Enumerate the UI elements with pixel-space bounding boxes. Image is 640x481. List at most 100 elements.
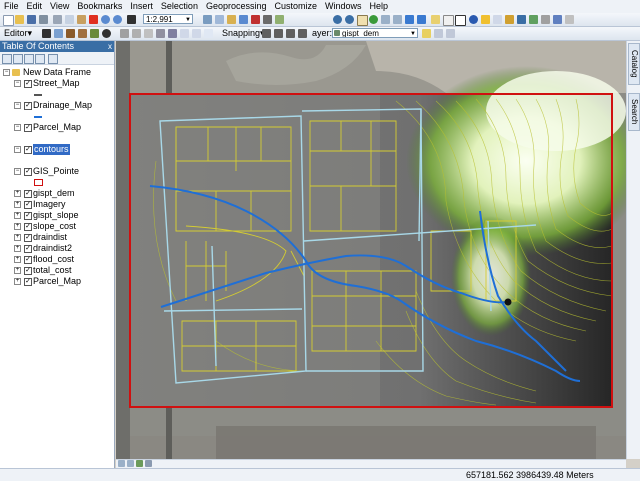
list-by-source-icon[interactable]: [13, 54, 23, 64]
layer-visibility-checkbox[interactable]: ✓: [24, 234, 32, 242]
full-extent-icon[interactable]: [369, 15, 378, 24]
layer-visibility-checkbox[interactable]: ✓: [24, 124, 32, 132]
rotate-icon[interactable]: [168, 29, 177, 38]
redo-icon[interactable]: [113, 15, 122, 24]
zoom-in-icon[interactable]: [333, 15, 342, 24]
expand-icon[interactable]: +: [14, 278, 21, 285]
point-icon[interactable]: [102, 29, 111, 38]
select-features-icon[interactable]: [431, 15, 440, 24]
collapse-icon[interactable]: −: [14, 168, 21, 175]
layer-visibility-checkbox[interactable]: ✓: [24, 278, 32, 286]
straight-segment-icon[interactable]: [66, 29, 75, 38]
end-point-arc-icon[interactable]: [78, 29, 87, 38]
arctoolbox-icon[interactable]: [251, 15, 260, 24]
expand-icon[interactable]: +: [14, 190, 21, 197]
point-snapping-icon[interactable]: [262, 29, 271, 38]
list-by-visibility-icon[interactable]: [24, 54, 34, 64]
layer-name[interactable]: total_cost: [33, 265, 72, 276]
fixed-zoom-in-icon[interactable]: [381, 15, 390, 24]
layer-name[interactable]: Parcel_Map: [33, 122, 81, 133]
menu-geoprocessing[interactable]: Geoprocessing: [202, 0, 271, 13]
menu-help[interactable]: Help: [366, 0, 393, 13]
menu-bookmarks[interactable]: Bookmarks: [73, 0, 126, 13]
cut-polygons-icon[interactable]: [144, 29, 153, 38]
menu-file[interactable]: File: [0, 0, 23, 13]
search-tab[interactable]: Search: [628, 93, 640, 131]
collapse-icon[interactable]: −: [14, 124, 21, 131]
menu-insert[interactable]: Insert: [126, 0, 157, 13]
layer-name[interactable]: gispt_slope: [33, 210, 79, 221]
options-icon[interactable]: [48, 54, 58, 64]
layer-visibility-checkbox[interactable]: ✓: [24, 201, 32, 209]
close-icon[interactable]: x: [108, 41, 112, 52]
select-elements-icon[interactable]: [455, 15, 466, 26]
collapse-icon[interactable]: −: [14, 146, 21, 153]
next-extent-icon[interactable]: [417, 15, 426, 24]
layer-name[interactable]: slope_cost: [33, 221, 76, 232]
layer-visibility-checkbox[interactable]: ✓: [24, 80, 32, 88]
editor-toolbar-icon[interactable]: [203, 15, 212, 24]
python-icon[interactable]: [263, 15, 272, 24]
hyperlink-icon[interactable]: [481, 15, 490, 24]
edge-snapping-icon[interactable]: [298, 29, 307, 38]
layer-name[interactable]: contours: [33, 144, 70, 155]
layer-visibility-checkbox[interactable]: ✓: [24, 146, 32, 154]
layer-visibility-checkbox[interactable]: ✓: [24, 102, 32, 110]
save-icon[interactable]: [27, 15, 36, 24]
refresh-icon[interactable]: [136, 460, 143, 467]
list-by-drawing-order-icon[interactable]: [2, 54, 12, 64]
expand-icon[interactable]: +: [14, 245, 21, 252]
layer-name[interactable]: draindist: [33, 232, 67, 243]
expand-icon[interactable]: +: [14, 223, 21, 230]
go-to-xy-icon[interactable]: [541, 15, 550, 24]
map-display[interactable]: [116, 41, 626, 459]
open-icon[interactable]: [15, 15, 24, 24]
menu-windows[interactable]: Windows: [321, 0, 366, 13]
swipe-icon[interactable]: [434, 29, 443, 38]
menu-customize[interactable]: Customize: [271, 0, 322, 13]
pan-icon[interactable]: [357, 15, 368, 26]
clear-selection-icon[interactable]: [443, 15, 454, 26]
viewer-window-icon[interactable]: [565, 15, 574, 24]
layout-view-icon[interactable]: [127, 460, 134, 467]
collapse-icon[interactable]: −: [3, 69, 10, 76]
copy-icon[interactable]: [65, 15, 74, 24]
layer-name[interactable]: Drainage_Map: [33, 100, 92, 111]
end-snapping-icon[interactable]: [274, 29, 283, 38]
trace-icon[interactable]: [90, 29, 99, 38]
expand-icon[interactable]: +: [14, 212, 21, 219]
catalog-tab[interactable]: Catalog: [628, 43, 640, 85]
delete-icon[interactable]: [89, 15, 98, 24]
layer-name[interactable]: Street_Map: [33, 78, 80, 89]
snapping-menu[interactable]: Snapping▾: [222, 27, 265, 40]
layer-visibility-checkbox[interactable]: ✓: [24, 267, 32, 275]
table-of-contents-icon[interactable]: [215, 15, 224, 24]
pause-drawing-icon[interactable]: [145, 460, 152, 467]
expand-icon[interactable]: +: [14, 234, 21, 241]
flicker-icon[interactable]: [446, 29, 455, 38]
identify-icon[interactable]: [469, 15, 478, 24]
expand-icon[interactable]: +: [14, 267, 21, 274]
sketch-properties-icon[interactable]: [192, 29, 201, 38]
data-view-icon[interactable]: [118, 460, 125, 467]
attributes-icon[interactable]: [180, 29, 189, 38]
layer-name[interactable]: draindist2: [33, 243, 72, 254]
layer-visibility-checkbox[interactable]: ✓: [24, 256, 32, 264]
cut-icon[interactable]: [53, 15, 62, 24]
html-popup-icon[interactable]: [493, 15, 502, 24]
layer-name[interactable]: flood_cost: [33, 254, 74, 265]
collapse-icon[interactable]: −: [14, 102, 21, 109]
paste-icon[interactable]: [77, 15, 86, 24]
undo-icon[interactable]: [101, 15, 110, 24]
layer-name[interactable]: Parcel_Map: [33, 276, 81, 287]
layer-visibility-checkbox[interactable]: ✓: [24, 245, 32, 253]
measure-icon[interactable]: [505, 15, 514, 24]
expand-icon[interactable]: +: [14, 201, 21, 208]
list-by-selection-icon[interactable]: [35, 54, 45, 64]
time-slider-icon[interactable]: [553, 15, 562, 24]
new-icon[interactable]: [3, 15, 14, 26]
reshape-icon[interactable]: [132, 29, 141, 38]
zoom-out-icon[interactable]: [345, 15, 354, 24]
menu-view[interactable]: View: [46, 0, 73, 13]
fixed-zoom-out-icon[interactable]: [393, 15, 402, 24]
